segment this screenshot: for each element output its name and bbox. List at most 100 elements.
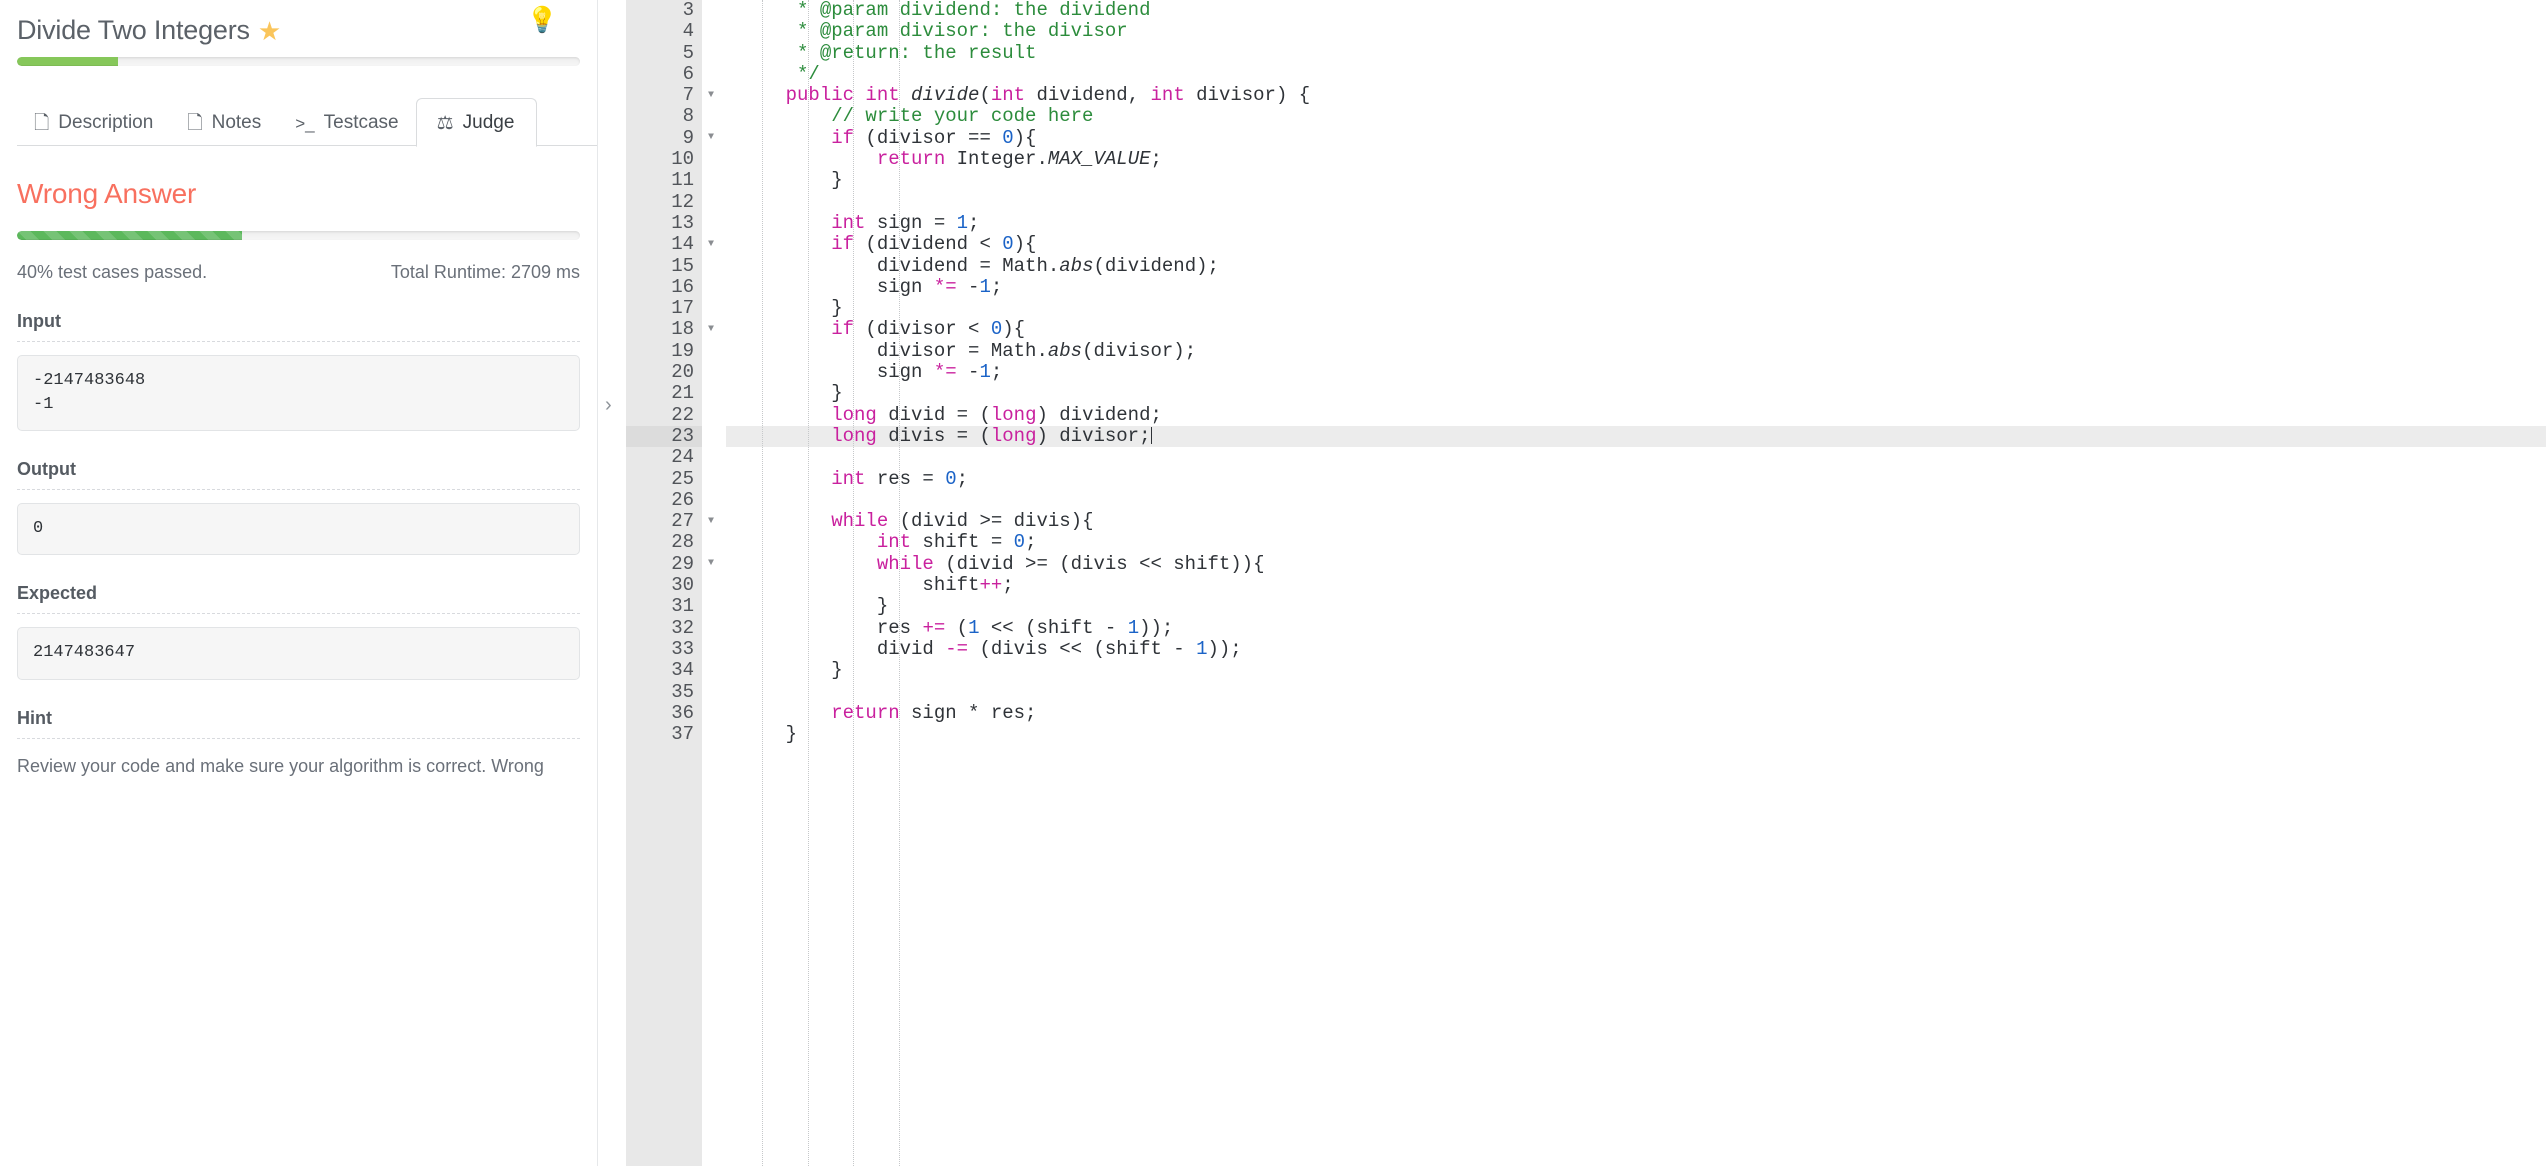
input-value: -2147483648 -1 <box>17 355 580 432</box>
code-line[interactable]: */ <box>726 63 2546 85</box>
code-token: return <box>740 148 957 171</box>
code-token: while <box>740 510 900 533</box>
code-line[interactable]: if (divisor == 0){ <box>726 126 2546 149</box>
code-line[interactable]: long divid = (long) dividend; <box>726 403 2546 426</box>
code-line[interactable]: if (divisor < 0){ <box>726 319 2546 340</box>
code-line[interactable]: divisor = Math.abs(divisor); <box>726 339 2546 362</box>
tab-testcase[interactable]: >_ Testcase <box>278 98 415 146</box>
lightbulb-icon[interactable]: 💡 <box>527 8 558 33</box>
line-number: 26 <box>671 488 694 511</box>
code-token: ( <box>945 616 969 639</box>
line-number: 33 <box>671 637 694 660</box>
code-line[interactable]: if (dividend < 0){ <box>726 234 2546 255</box>
code-token: += <box>922 616 946 639</box>
code-token: ; <box>1025 531 1037 554</box>
line-number: 6 <box>682 62 694 85</box>
code-token: 0 <box>1013 531 1026 554</box>
code-token: . <box>1036 339 1048 362</box>
code-token: int <box>740 531 912 554</box>
code-line[interactable]: divid -= (divis << (shift - 1)); <box>726 637 2546 660</box>
code-line[interactable]: } <box>726 596 2546 617</box>
code-token: ) dividend; <box>1036 403 1162 426</box>
code-line[interactable]: // write your code here <box>726 106 2546 127</box>
line-number: 14 ▼ <box>671 233 714 256</box>
code-line[interactable]: } <box>726 298 2546 319</box>
code-token: (divisor); <box>1082 339 1197 362</box>
chevron-right-icon: › <box>605 394 612 416</box>
document-icon: 🗋 <box>34 112 50 134</box>
code-line[interactable] <box>726 490 2546 511</box>
code-line[interactable]: int sign = 1; <box>726 211 2546 234</box>
line-number: 31 <box>671 595 694 618</box>
line-number: 37 <box>671 723 694 746</box>
code-line[interactable] <box>726 682 2546 703</box>
line-number: 27 ▼ <box>671 510 714 533</box>
line-number: 36 <box>671 701 694 724</box>
tab-notes[interactable]: 🗋 Notes <box>170 98 278 146</box>
code-token: 1 <box>1127 616 1140 639</box>
code-line[interactable]: return sign * res; <box>726 702 2546 724</box>
code-line[interactable]: * @param dividend: the dividend <box>726 0 2546 21</box>
code-line[interactable]: public int divide(int dividend, int divi… <box>726 85 2546 106</box>
code-token: (divis << (shift - <box>968 637 1197 660</box>
code-line[interactable] <box>726 447 2546 468</box>
judge-stats-row: 40% test cases passed. Total Runtime: 27… <box>17 262 580 283</box>
code-token: . <box>1036 148 1048 171</box>
code-line[interactable]: } <box>726 170 2546 191</box>
code-line[interactable]: * @param divisor: the divisor <box>726 21 2546 42</box>
tab-judge[interactable]: ⚖ Judge <box>415 98 538 147</box>
code-line[interactable]: while (divid >= divis){ <box>726 510 2546 533</box>
code-token: int <box>740 467 866 490</box>
code-token: if <box>740 126 866 149</box>
line-number: 30 <box>671 574 694 597</box>
code-line[interactable]: int res = 0; <box>726 467 2546 490</box>
code-line[interactable]: res += (1 << (shift - 1)); <box>726 616 2546 639</box>
code-line[interactable]: sign *= -1; <box>726 275 2546 298</box>
code-line[interactable]: int shift = 0; <box>726 532 2546 553</box>
code-token: ){ <box>1013 233 1037 256</box>
code-token: Math <box>990 339 1037 362</box>
line-number: 35 <box>671 680 694 703</box>
code-line[interactable]: } <box>726 660 2546 681</box>
code-line[interactable]: shift++; <box>726 574 2546 597</box>
code-token: 1 <box>979 275 991 298</box>
code-token: - <box>956 275 980 298</box>
code-line[interactable]: } <box>726 383 2546 404</box>
tab-label: Judge <box>462 112 515 133</box>
tab-description[interactable]: 🗋 Description <box>17 98 170 146</box>
code-token: 0 <box>1002 126 1014 149</box>
code-token: int <box>740 211 866 234</box>
code-line[interactable]: sign *= -1; <box>726 361 2546 383</box>
lintcode-problem-page: Divide Two Integers ★ 💡 🗋 Description 🗋 <box>0 0 2546 1166</box>
code-line[interactable]: return Integer.MAX_VALUE; <box>726 148 2546 171</box>
code-token: ; <box>1002 574 1014 597</box>
tab-label: Description <box>58 112 154 133</box>
code-line[interactable]: dividend = Math.abs(dividend); <box>726 254 2546 277</box>
difficulty-progress-bar <box>17 57 580 66</box>
code-token: } <box>740 659 843 682</box>
editor-code-area[interactable]: * @param dividend: the dividend * @param… <box>702 0 2546 1166</box>
code-token: dividend, <box>1025 84 1151 107</box>
panel-collapse-handle[interactable]: › <box>597 0 626 1166</box>
line-number: 10 <box>671 148 694 171</box>
tab-label: Testcase <box>323 112 399 133</box>
code-token: (divisor == <box>865 126 1003 149</box>
code-line[interactable] <box>726 192 2546 213</box>
problem-title-row: Divide Two Integers ★ 💡 <box>17 0 580 48</box>
code-line[interactable]: while (divid >= (divis << shift)){ <box>726 553 2546 575</box>
output-value: 0 <box>17 503 580 556</box>
star-icon[interactable]: ★ <box>258 18 281 44</box>
code-token: } <box>740 723 798 746</box>
code-token: . <box>1047 254 1060 277</box>
code-token: )); <box>1207 637 1242 660</box>
line-number: 16 <box>671 275 694 298</box>
code-line[interactable]: long divis = (long) divisor; <box>726 425 2546 448</box>
code-token: abs <box>1047 339 1083 362</box>
code-line[interactable]: * @return: the result <box>726 42 2546 64</box>
code-line[interactable]: } <box>726 723 2546 746</box>
code-token: divid = ( <box>876 403 991 426</box>
code-token: 0 <box>1002 233 1014 256</box>
indent-guide <box>853 0 855 1166</box>
code-editor[interactable]: 3 4 5 6 7 ▼ 8 9 ▼ 10 11 12 13 14 ▼ 15 16 17 18 ▼ 19 20 21 22 23 2… <box>626 0 2546 1166</box>
